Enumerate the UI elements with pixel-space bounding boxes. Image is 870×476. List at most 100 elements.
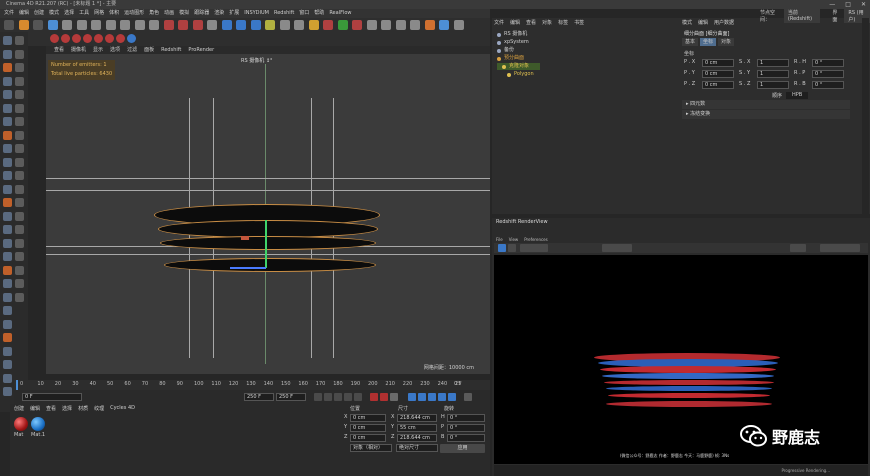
menu-item[interactable]: 角色 — [149, 9, 159, 18]
primitive-icon[interactable] — [105, 34, 114, 43]
toolbar-button[interactable] — [410, 20, 420, 30]
toolbar-button[interactable] — [323, 20, 333, 30]
mode-tool-icon[interactable] — [3, 292, 12, 302]
toolbar-button[interactable] — [207, 20, 217, 30]
tab-object[interactable]: 对象 — [718, 38, 735, 46]
attr-field-input[interactable]: 1 — [757, 70, 789, 78]
attr-field-input[interactable]: 0 ° — [812, 59, 844, 67]
mode-tool-icon[interactable] — [15, 225, 24, 234]
toolbar-button[interactable] — [337, 20, 348, 30]
toolbar-button[interactable] — [308, 20, 319, 30]
apply-button[interactable]: 应用 — [440, 444, 485, 453]
position-field[interactable]: 0 cm — [350, 414, 386, 422]
primitive-icon[interactable] — [127, 34, 136, 43]
material-menu-item[interactable]: 材质 — [78, 405, 88, 412]
record-icon[interactable] — [370, 393, 378, 401]
mode-tool-icon[interactable] — [3, 387, 12, 396]
mode-tool-icon[interactable] — [15, 63, 24, 72]
menu-item[interactable]: RealFlow — [329, 9, 351, 18]
node-space-select[interactable]: 当前 (Redshift) — [783, 9, 821, 23]
stop-icon[interactable] — [508, 244, 516, 252]
menu-item[interactable]: INSYDIUM — [244, 9, 269, 18]
menu-item[interactable]: 模拟 — [179, 9, 189, 18]
viewport-menu-item[interactable]: 显示 — [93, 46, 103, 54]
material-menu-item[interactable]: 编辑 — [30, 405, 40, 412]
toolbar-button[interactable] — [192, 20, 203, 30]
size-mode-select[interactable]: 绝对尺寸 — [396, 444, 438, 452]
object-row[interactable]: 备份 — [497, 47, 525, 54]
menu-item[interactable]: 模式 — [49, 9, 59, 18]
menu-item[interactable]: 动画 — [164, 9, 174, 18]
object-menu-item[interactable]: 查看 — [526, 19, 536, 26]
toolbar-button[interactable] — [221, 20, 232, 30]
mode-tool-icon[interactable] — [3, 238, 12, 248]
mode-tool-icon[interactable] — [3, 319, 12, 329]
timeline-options-icon[interactable] — [464, 393, 472, 401]
material-menu-item[interactable]: 纹理 — [94, 405, 104, 412]
menu-item[interactable]: Redshift — [274, 9, 294, 18]
toolbar-button[interactable] — [62, 20, 72, 30]
object-row[interactable]: Polygon — [497, 71, 545, 78]
rotate-key-icon[interactable] — [428, 393, 436, 401]
object-row[interactable]: xpSystem — [497, 39, 540, 46]
object-row[interactable]: 预分曲面 — [497, 55, 535, 62]
rotation-field[interactable]: 0 ° — [447, 414, 485, 422]
pla-key-icon[interactable] — [448, 393, 456, 401]
menu-item[interactable]: 创建 — [34, 9, 44, 18]
play-icon[interactable] — [334, 393, 342, 401]
menu-item[interactable]: 窗口 — [299, 9, 309, 18]
toolbar-button[interactable] — [236, 20, 246, 30]
mode-tool-icon[interactable] — [3, 306, 12, 315]
mode-tool-icon[interactable] — [3, 252, 12, 261]
mode-tool-icon[interactable] — [15, 49, 24, 59]
mode-tool-icon[interactable] — [3, 103, 12, 113]
attribute-menu-item[interactable]: 模式 — [682, 19, 692, 26]
end-frame-field[interactable]: 250 F — [276, 393, 306, 401]
menu-item[interactable]: 选择 — [64, 9, 74, 18]
material-menu-item[interactable]: 查看 — [46, 405, 56, 412]
toolbar-button[interactable] — [366, 20, 377, 30]
viewport-menu-item[interactable]: 面板 — [144, 46, 154, 54]
primitive-icon[interactable] — [116, 34, 125, 43]
mode-tool-icon[interactable] — [15, 292, 24, 302]
toolbar-button[interactable] — [279, 20, 290, 30]
mode-tool-icon[interactable] — [3, 157, 12, 167]
object-menu-item[interactable]: 编辑 — [510, 19, 520, 26]
material-menu-item[interactable]: 创建 — [14, 405, 24, 412]
viewport-menu-item[interactable]: ProRender — [188, 46, 214, 54]
autokey-icon[interactable] — [380, 393, 388, 401]
primitive-icon[interactable] — [72, 34, 81, 43]
object-row[interactable]: 克隆对象 — [497, 63, 541, 70]
menu-item[interactable]: 跟踪器 — [194, 9, 209, 18]
section-quaternion[interactable]: ▸ 四元数 — [682, 100, 850, 109]
go-start-icon[interactable] — [314, 393, 322, 401]
primitive-icon[interactable] — [61, 34, 70, 43]
toolbar-button[interactable] — [149, 20, 159, 30]
mode-tool-icon[interactable] — [3, 265, 12, 275]
mode-tool-icon[interactable] — [3, 63, 12, 72]
keyframe-icon[interactable] — [390, 393, 398, 401]
mode-tool-icon[interactable] — [15, 144, 24, 153]
rotation-field[interactable]: 0 ° — [447, 434, 485, 442]
renderview-menu-item[interactable]: File — [496, 237, 503, 242]
mode-tool-icon[interactable] — [3, 211, 12, 221]
material-menu-item[interactable]: 选择 — [62, 405, 72, 412]
object-menu-item[interactable]: 标签 — [558, 19, 568, 26]
toolbar-button[interactable] — [76, 20, 87, 30]
object-menu-item[interactable]: 文件 — [494, 19, 504, 26]
material-swatch-blue[interactable] — [31, 417, 45, 431]
tab-basic[interactable]: 基本 — [682, 38, 699, 46]
toolbar-button[interactable] — [91, 20, 101, 30]
mode-tool-icon[interactable] — [3, 90, 12, 99]
toolbar-button[interactable] — [33, 20, 43, 30]
camera-select[interactable] — [520, 244, 548, 252]
mode-tool-icon[interactable] — [15, 279, 24, 288]
material-menu-item[interactable]: Cycles 4D — [110, 405, 135, 412]
toolbar-button[interactable] — [4, 20, 14, 30]
attribute-scrollbar[interactable] — [862, 18, 869, 214]
mode-tool-icon[interactable] — [3, 36, 12, 45]
aov-select[interactable] — [602, 244, 632, 252]
object-menu-item[interactable]: 书签 — [574, 19, 584, 26]
toolbar-button[interactable] — [178, 20, 188, 30]
toolbar-button[interactable] — [120, 20, 130, 30]
